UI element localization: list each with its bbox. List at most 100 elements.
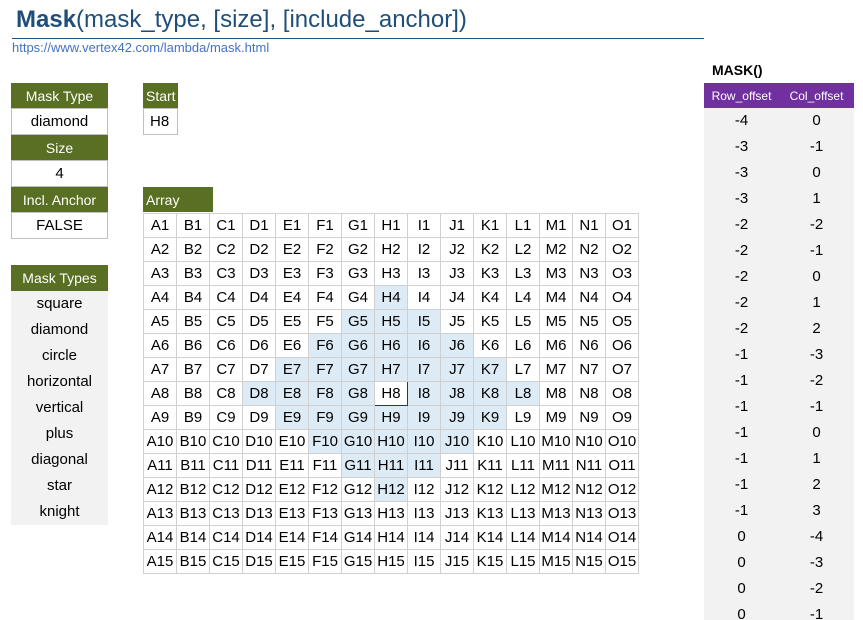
grid-cell[interactable]: B11 — [176, 453, 210, 478]
grid-cell[interactable]: N4 — [572, 285, 606, 310]
grid-cell[interactable]: I5 — [407, 309, 441, 334]
grid-cell[interactable]: B4 — [176, 285, 210, 310]
grid-cell[interactable]: J4 — [440, 285, 474, 310]
grid-cell[interactable]: F8 — [308, 381, 342, 406]
col-offset-cell[interactable]: 2 — [779, 316, 854, 342]
grid-cell[interactable]: N12 — [572, 477, 606, 502]
grid-cell[interactable]: A13 — [143, 501, 177, 526]
col-offset-cell[interactable]: 0 — [779, 264, 854, 290]
grid-cell[interactable]: E6 — [275, 333, 309, 358]
row-offset-cell[interactable]: 0 — [704, 576, 779, 602]
grid-cell[interactable]: B14 — [176, 525, 210, 550]
grid-cell[interactable]: M14 — [539, 525, 573, 550]
grid-cell[interactable]: D5 — [242, 309, 276, 334]
grid-cell[interactable]: B1 — [176, 213, 210, 238]
grid-cell[interactable]: K7 — [473, 357, 507, 382]
col-offset-cell[interactable]: -1 — [779, 394, 854, 420]
grid-cell[interactable]: K15 — [473, 549, 507, 574]
grid-cell[interactable]: L11 — [506, 453, 540, 478]
grid-cell[interactable]: M2 — [539, 237, 573, 262]
grid-cell[interactable]: A15 — [143, 549, 177, 574]
grid-cell[interactable]: G6 — [341, 333, 375, 358]
grid-cell[interactable]: D14 — [242, 525, 276, 550]
grid-cell[interactable]: N15 — [572, 549, 606, 574]
grid-cell[interactable]: G11 — [341, 453, 375, 478]
grid-cell[interactable]: J1 — [440, 213, 474, 238]
grid-cell[interactable]: E4 — [275, 285, 309, 310]
grid-cell[interactable]: F2 — [308, 237, 342, 262]
col-offset-cell[interactable]: 1 — [779, 290, 854, 316]
grid-cell[interactable]: L7 — [506, 357, 540, 382]
grid-cell[interactable]: M6 — [539, 333, 573, 358]
grid-cell[interactable]: L6 — [506, 333, 540, 358]
grid-cell[interactable]: C15 — [209, 549, 243, 574]
grid-cell[interactable]: H2 — [374, 237, 408, 262]
grid-cell[interactable]: O6 — [605, 333, 639, 358]
grid-cell[interactable]: M7 — [539, 357, 573, 382]
grid-cell[interactable]: D10 — [242, 429, 276, 454]
grid-cell[interactable]: L15 — [506, 549, 540, 574]
grid-cell[interactable]: N5 — [572, 309, 606, 334]
grid-cell[interactable]: G15 — [341, 549, 375, 574]
col-offset-cell[interactable]: -1 — [779, 134, 854, 160]
grid-cell[interactable]: N6 — [572, 333, 606, 358]
grid-cell[interactable]: H9 — [374, 405, 408, 430]
grid-cell[interactable]: O10 — [605, 429, 639, 454]
col-offset-cell[interactable]: -3 — [779, 550, 854, 576]
grid-cell[interactable]: M9 — [539, 405, 573, 430]
grid-cell[interactable]: H5 — [374, 309, 408, 334]
grid-cell[interactable]: J15 — [440, 549, 474, 574]
mask-type-cell[interactable]: diamond — [11, 108, 108, 135]
grid-cell[interactable]: D1 — [242, 213, 276, 238]
grid-cell[interactable]: M13 — [539, 501, 573, 526]
source-link[interactable]: https://www.vertex42.com/lambda/mask.htm… — [12, 40, 269, 55]
grid-cell[interactable]: G1 — [341, 213, 375, 238]
row-offset-cell[interactable]: -2 — [704, 316, 779, 342]
grid-cell[interactable]: D2 — [242, 237, 276, 262]
col-offset-cell[interactable]: 0 — [779, 420, 854, 446]
grid-cell[interactable]: B3 — [176, 261, 210, 286]
grid-cell[interactable]: C10 — [209, 429, 243, 454]
row-offset-cell[interactable]: 0 — [704, 524, 779, 550]
grid-cell[interactable]: L1 — [506, 213, 540, 238]
row-offset-cell[interactable]: -4 — [704, 108, 779, 134]
grid-cell[interactable]: O4 — [605, 285, 639, 310]
grid-cell[interactable]: E3 — [275, 261, 309, 286]
grid-cell[interactable]: N2 — [572, 237, 606, 262]
grid-cell[interactable]: J13 — [440, 501, 474, 526]
grid-cell[interactable]: A11 — [143, 453, 177, 478]
grid-cell[interactable]: O13 — [605, 501, 639, 526]
grid-cell[interactable]: C4 — [209, 285, 243, 310]
grid-cell[interactable]: H11 — [374, 453, 408, 478]
row-offset-cell[interactable]: -1 — [704, 472, 779, 498]
grid-cell[interactable]: N8 — [572, 381, 606, 406]
col-offset-cell[interactable]: 0 — [779, 108, 854, 134]
grid-cell[interactable]: H10 — [374, 429, 408, 454]
grid-cell[interactable]: C3 — [209, 261, 243, 286]
grid-cell[interactable]: G3 — [341, 261, 375, 286]
grid-cell[interactable]: N10 — [572, 429, 606, 454]
row-offset-cell[interactable]: -3 — [704, 186, 779, 212]
grid-cell[interactable]: I3 — [407, 261, 441, 286]
grid-cell[interactable]: E8 — [275, 381, 309, 406]
grid-cell[interactable]: O3 — [605, 261, 639, 286]
size-cell[interactable]: 4 — [11, 160, 108, 187]
grid-cell[interactable]: N1 — [572, 213, 606, 238]
grid-cell[interactable]: N14 — [572, 525, 606, 550]
grid-cell[interactable]: D8 — [242, 381, 276, 406]
mask-type-item[interactable]: plus — [11, 421, 108, 447]
mask-type-item[interactable]: diagonal — [11, 447, 108, 473]
grid-cell[interactable]: H12 — [374, 477, 408, 502]
grid-cell[interactable]: O11 — [605, 453, 639, 478]
grid-cell[interactable]: L4 — [506, 285, 540, 310]
mask-type-item[interactable]: diamond — [11, 317, 108, 343]
grid-cell[interactable]: J3 — [440, 261, 474, 286]
grid-cell[interactable]: E11 — [275, 453, 309, 478]
grid-cell[interactable]: D3 — [242, 261, 276, 286]
grid-cell[interactable]: F1 — [308, 213, 342, 238]
grid-cell[interactable]: G10 — [341, 429, 375, 454]
row-offset-cell[interactable]: 0 — [704, 602, 779, 620]
grid-cell[interactable]: C9 — [209, 405, 243, 430]
grid-cell[interactable]: O8 — [605, 381, 639, 406]
grid-cell[interactable]: L14 — [506, 525, 540, 550]
